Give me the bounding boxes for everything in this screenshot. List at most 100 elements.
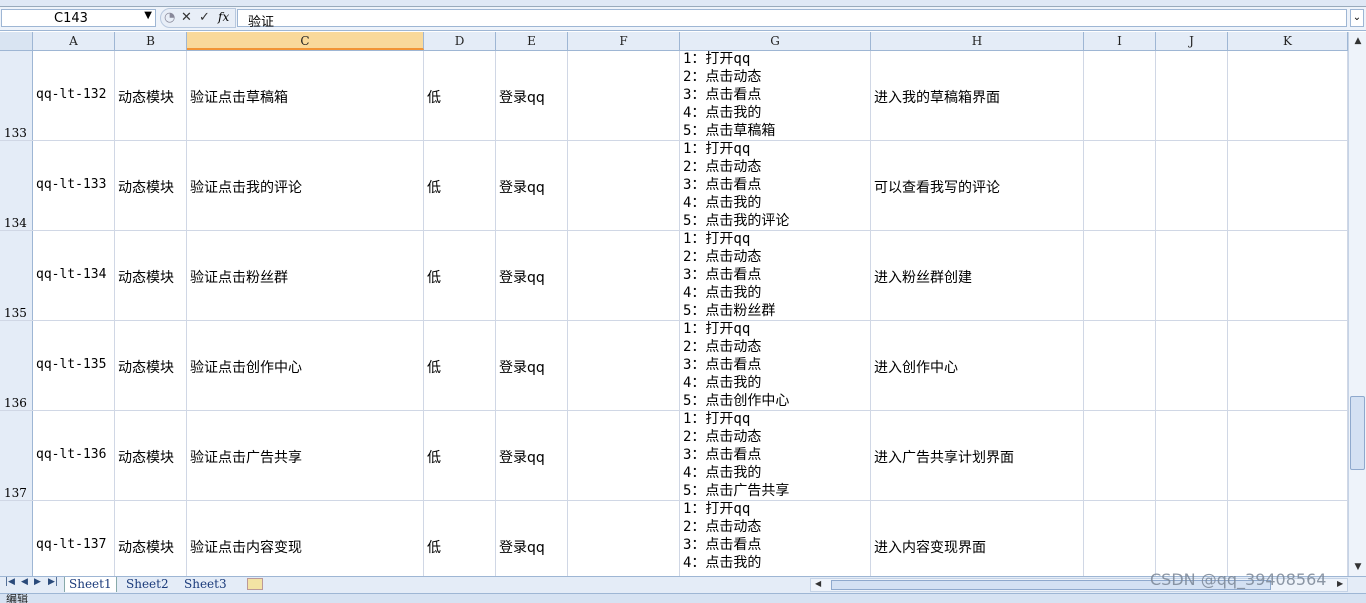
cell-b[interactable]: 动态模块 xyxy=(115,51,187,140)
cell-f[interactable] xyxy=(568,321,680,410)
column-header-i[interactable]: I xyxy=(1084,32,1156,50)
row-header[interactable] xyxy=(0,501,33,576)
column-header-a[interactable]: A xyxy=(33,32,115,50)
scroll-right-icon[interactable]: ▶ xyxy=(1337,579,1343,588)
vertical-scroll-thumb[interactable] xyxy=(1350,396,1365,470)
cell-j[interactable] xyxy=(1156,231,1228,320)
cell-g[interactable]: 1：打开qq 2：点击动态 3：点击看点 4：点击我的 5：点击广告共享 xyxy=(680,411,871,500)
cell-c[interactable]: 验证点击粉丝群 xyxy=(187,231,424,320)
cell-f[interactable] xyxy=(568,51,680,140)
cell-g[interactable]: 1：打开qq 2：点击动态 3：点击看点 4：点击我的 5：点击创作中心 xyxy=(680,321,871,410)
chevron-down-icon[interactable]: ▼ xyxy=(144,10,152,21)
cell-c[interactable]: 验证点击创作中心 xyxy=(187,321,424,410)
name-box[interactable]: C143 ▼ xyxy=(1,9,156,27)
cell-h[interactable]: 可以查看我写的评论 xyxy=(871,141,1084,230)
cell-a[interactable]: qq-lt-135 xyxy=(33,321,115,410)
cell-c[interactable]: 验证点击我的评论 xyxy=(187,141,424,230)
sheet-tab-2[interactable]: Sheet2 xyxy=(122,577,173,592)
insert-sheet-icon[interactable] xyxy=(247,578,263,590)
scroll-down-icon[interactable]: ▼ xyxy=(1351,560,1365,574)
cell-d[interactable]: 低 xyxy=(424,51,496,140)
row-header[interactable]: 134 xyxy=(0,141,33,230)
cell-i[interactable] xyxy=(1084,411,1156,500)
cell-k[interactable] xyxy=(1228,411,1348,500)
sheet-tab-1[interactable]: Sheet1 xyxy=(64,577,117,592)
column-header-f[interactable]: F xyxy=(568,32,680,50)
cell-d[interactable]: 低 xyxy=(424,321,496,410)
cell-j[interactable] xyxy=(1156,51,1228,140)
cell-c[interactable]: 验证点击草稿箱 xyxy=(187,51,424,140)
cell-k[interactable] xyxy=(1228,231,1348,320)
cell-g[interactable]: 1：打开qq 2：点击动态 3：点击看点 4：点击我的 5：点击我的评论 xyxy=(680,141,871,230)
cell-h[interactable]: 进入广告共享计划界面 xyxy=(871,411,1084,500)
cell-f[interactable] xyxy=(568,501,680,576)
cell-f[interactable] xyxy=(568,141,680,230)
cell-b[interactable]: 动态模块 xyxy=(115,411,187,500)
column-header-b[interactable]: B xyxy=(115,32,187,50)
row-header[interactable]: 137 xyxy=(0,411,33,500)
prev-sheet-icon[interactable]: ◀ xyxy=(21,577,28,587)
cell-c[interactable]: 验证点击内容变现 xyxy=(187,501,424,576)
cell-g[interactable]: 1：打开qq 2：点击动态 3：点击看点 4：点击我的 xyxy=(680,501,871,576)
cell-e[interactable]: 登录qq xyxy=(496,141,568,230)
row-header[interactable]: 135 xyxy=(0,231,33,320)
cell-e[interactable]: 登录qq xyxy=(496,51,568,140)
vertical-scrollbar[interactable]: ▲ ▼ xyxy=(1348,32,1366,576)
sheet-tab-3[interactable]: Sheet3 xyxy=(180,577,231,592)
formula-input[interactable]: 验证 xyxy=(237,9,1347,30)
cell-d[interactable]: 低 xyxy=(424,231,496,320)
column-header-h[interactable]: H xyxy=(871,32,1084,50)
column-header-c[interactable]: C xyxy=(187,32,424,50)
cell-j[interactable] xyxy=(1156,411,1228,500)
cell-b[interactable]: 动态模块 xyxy=(115,141,187,230)
cell-i[interactable] xyxy=(1084,231,1156,320)
select-all-corner[interactable] xyxy=(0,32,33,50)
cell-f[interactable] xyxy=(568,231,680,320)
cell-h[interactable]: 进入我的草稿箱界面 xyxy=(871,51,1084,140)
cell-c[interactable]: 验证点击广告共享 xyxy=(187,411,424,500)
cell-k[interactable] xyxy=(1228,501,1348,576)
row-header[interactable]: 133 xyxy=(0,51,33,140)
cell-d[interactable]: 低 xyxy=(424,501,496,576)
cell-a[interactable]: qq-lt-137 xyxy=(33,501,115,576)
cell-b[interactable]: 动态模块 xyxy=(115,501,187,576)
cell-i[interactable] xyxy=(1084,51,1156,140)
cell-i[interactable] xyxy=(1084,501,1156,576)
cell-d[interactable]: 低 xyxy=(424,411,496,500)
cell-k[interactable] xyxy=(1228,51,1348,140)
column-header-g[interactable]: G xyxy=(680,32,871,50)
cell-i[interactable] xyxy=(1084,321,1156,410)
cancel-icon[interactable]: ✕ xyxy=(181,10,192,25)
cell-g[interactable]: 1：打开qq 2：点击动态 3：点击看点 4：点击我的 5：点击粉丝群 xyxy=(680,231,871,320)
last-sheet-icon[interactable]: ▶| xyxy=(48,577,58,587)
cell-e[interactable]: 登录qq xyxy=(496,501,568,576)
worksheet-grid[interactable]: 133 qq-lt-132 动态模块 验证点击草稿箱低登录qq 1：打开qq 2：点击动态… xyxy=(0,51,1348,576)
cell-h[interactable]: 进入创作中心 xyxy=(871,321,1084,410)
scroll-up-icon[interactable]: ▲ xyxy=(1351,34,1365,48)
cell-k[interactable] xyxy=(1228,321,1348,410)
row-header[interactable]: 136 xyxy=(0,321,33,410)
enter-icon[interactable]: ✓ xyxy=(199,10,210,25)
first-sheet-icon[interactable]: |◀ xyxy=(5,577,15,587)
cell-a[interactable]: qq-lt-134 xyxy=(33,231,115,320)
cell-h[interactable]: 进入粉丝群创建 xyxy=(871,231,1084,320)
cell-b[interactable]: 动态模块 xyxy=(115,231,187,320)
insert-function-button[interactable]: fx xyxy=(218,10,229,24)
cell-h[interactable]: 进入内容变现界面 xyxy=(871,501,1084,576)
column-header-e[interactable]: E xyxy=(496,32,568,50)
cell-j[interactable] xyxy=(1156,501,1228,576)
column-header-d[interactable]: D xyxy=(424,32,496,50)
column-header-k[interactable]: K xyxy=(1228,32,1348,50)
scroll-left-icon[interactable]: ◀ xyxy=(815,579,821,588)
cell-i[interactable] xyxy=(1084,141,1156,230)
cell-a[interactable]: qq-lt-133 xyxy=(33,141,115,230)
cell-d[interactable]: 低 xyxy=(424,141,496,230)
cell-j[interactable] xyxy=(1156,141,1228,230)
cell-e[interactable]: 登录qq xyxy=(496,321,568,410)
cell-a[interactable]: qq-lt-136 xyxy=(33,411,115,500)
cell-k[interactable] xyxy=(1228,141,1348,230)
expand-formula-icon[interactable]: ⌄ xyxy=(1350,9,1364,27)
cell-f[interactable] xyxy=(568,411,680,500)
column-header-j[interactable]: J xyxy=(1156,32,1228,50)
cell-j[interactable] xyxy=(1156,321,1228,410)
